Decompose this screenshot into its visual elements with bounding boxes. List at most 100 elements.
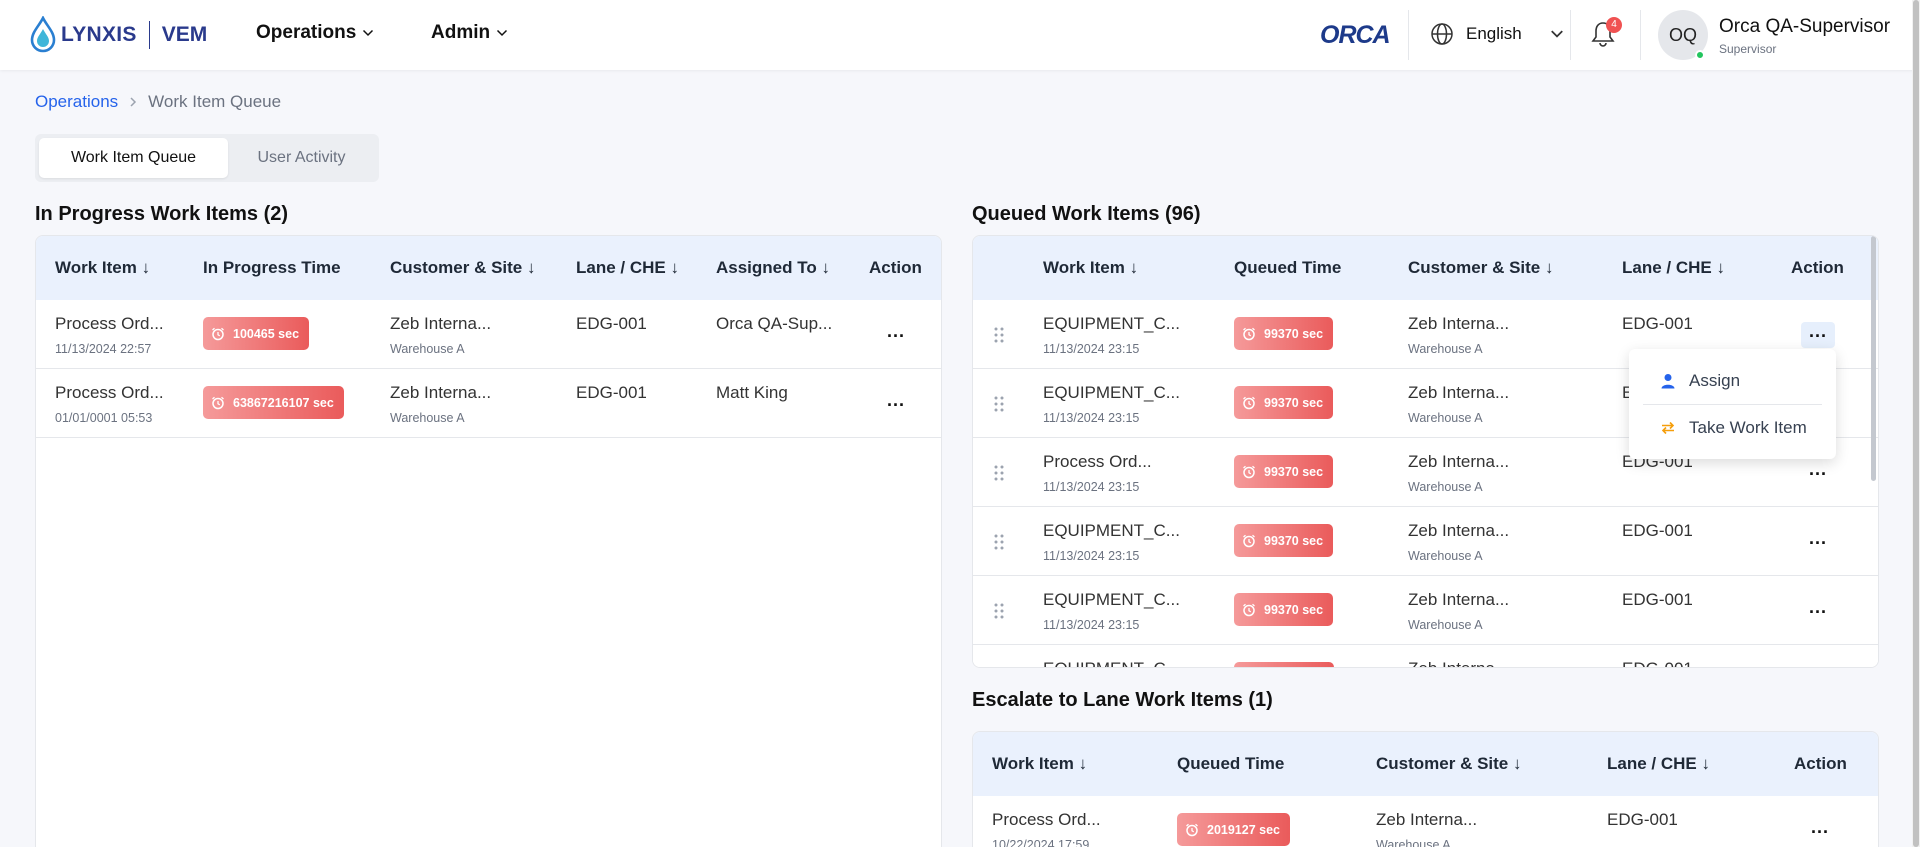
lynxis-logo[interactable]: LYNXIS VEM <box>29 16 207 54</box>
column-header[interactable]: Customer & Site ↓ <box>1376 754 1521 774</box>
header-divider <box>1570 10 1571 60</box>
drag-handle-icon[interactable] <box>993 602 1005 620</box>
column-header: Action <box>1794 754 1847 773</box>
column-header: Action <box>869 258 922 277</box>
column-header: Queued Time <box>1234 258 1342 277</box>
tab-user-activity[interactable]: User Activity <box>228 138 375 178</box>
header-divider <box>1640 10 1641 60</box>
table-header: Work Item ↓ Queued Time Customer & Site … <box>973 732 1878 796</box>
logo-divider <box>148 21 150 49</box>
column-header[interactable]: Lane / CHE ↓ <box>1607 754 1710 774</box>
chevron-down-icon <box>1550 30 1563 38</box>
customer-name: Zeb Interna... <box>390 383 492 402</box>
work-item-date: 01/01/0001 05:53 <box>55 411 153 425</box>
alarm-clock-icon <box>1243 396 1255 409</box>
more-actions-button[interactable]: ... <box>1803 818 1837 844</box>
lane-che: EDG-001 <box>1622 314 1693 333</box>
top-bar: LYNXIS VEM Operations Admin ORCA English… <box>0 0 1920 70</box>
timer-value: 63867216107 sec <box>233 395 334 410</box>
alarm-clock-icon <box>212 327 224 340</box>
more-actions-button[interactable]: ... <box>1801 322 1835 348</box>
work-item-date: 11/13/2024 23:15 <box>1043 480 1140 494</box>
drag-handle-icon[interactable] <box>993 326 1005 344</box>
work-item-date: 11/13/2024 22:57 <box>55 342 152 356</box>
customer-name: Zeb Interna... <box>1408 590 1510 609</box>
more-actions-button[interactable]: ... <box>879 391 913 417</box>
column-header[interactable]: Customer & Site ↓ <box>1408 258 1553 278</box>
work-item-date: 11/13/2024 23:15 <box>1043 549 1140 563</box>
chevron-right-icon <box>130 97 137 107</box>
alarm-clock-icon <box>212 396 224 409</box>
customer-name: Zeb Interna... <box>1408 452 1510 471</box>
lane-che: EDG-001 <box>1607 810 1678 829</box>
menu-item-take-work-item[interactable]: Take Work Item <box>1629 405 1836 451</box>
chevron-down-icon <box>497 29 508 37</box>
breadcrumb-current: Work Item Queue <box>148 92 282 111</box>
site-name: Warehouse A <box>1408 480 1483 494</box>
work-item-name: Process Ord... <box>1043 452 1152 471</box>
timer-badge: 99370 sec <box>1234 455 1334 488</box>
work-item-name: Process Ord... <box>55 383 164 402</box>
row-action-menu: Assign Take Work Item <box>1629 349 1836 459</box>
alarm-clock-icon <box>1243 327 1255 340</box>
column-header: Action <box>1791 258 1844 277</box>
tab-bar: Work Item Queue User Activity <box>35 134 379 182</box>
tab-work-item-queue[interactable]: Work Item Queue <box>39 138 228 178</box>
more-actions-button[interactable]: ... <box>1801 460 1835 486</box>
timer-value: 99370 sec <box>1264 464 1324 479</box>
customer-name: Zeb Interna... <box>1408 314 1510 333</box>
page-scrollbar[interactable] <box>1913 0 1919 847</box>
table-header: Work Item ↓ In Progress Time Customer & … <box>36 236 941 300</box>
alarm-clock-icon <box>1243 465 1255 478</box>
timer-badge: 2019127 sec <box>1177 813 1290 846</box>
column-header[interactable]: Work Item ↓ <box>992 754 1087 774</box>
logo-product: VEM <box>161 23 208 46</box>
column-header[interactable]: Work Item ↓ <box>55 258 150 278</box>
table-row[interactable]: EQUIPMENT_C... 11/13/2024 23:15 99370 se… <box>973 576 1878 645</box>
online-status-dot <box>1695 50 1705 60</box>
lane-che: EDG-001 <box>576 383 647 402</box>
customer-name: Zeb Interna... <box>1408 521 1510 540</box>
logo-text: LYNXIS <box>61 23 137 46</box>
work-item-name: EQUIPMENT_C... <box>1043 314 1180 333</box>
more-actions-button[interactable]: ... <box>1801 529 1835 555</box>
work-item-date: 11/13/2024 23:15 <box>1043 342 1140 356</box>
nav-operations-label: Operations <box>256 22 357 43</box>
table-row[interactable]: EQUIPMENT_C... Zeb Interna... EDG-001 <box>973 645 1878 667</box>
column-header[interactable]: Assigned To ↓ <box>716 258 830 278</box>
escalate-title: Escalate to Lane Work Items (1) <box>972 689 1273 711</box>
water-drop-icon <box>30 16 56 53</box>
table-row[interactable]: Process Ord... 01/01/0001 05:53 63867216… <box>36 369 941 438</box>
table-row[interactable]: EQUIPMENT_C... 11/13/2024 23:15 99370 se… <box>973 507 1878 576</box>
site-name: Warehouse A <box>1408 549 1483 563</box>
scrollbar[interactable] <box>1871 236 1876 481</box>
drag-handle-icon[interactable] <box>993 395 1005 413</box>
breadcrumb-operations[interactable]: Operations <box>35 92 118 112</box>
nav-admin[interactable]: Admin <box>431 22 508 44</box>
column-header[interactable]: Lane / CHE ↓ <box>576 258 679 278</box>
timer-badge: 63867216107 sec <box>203 386 344 419</box>
nav-operations[interactable]: Operations <box>256 22 374 44</box>
work-item-date: 11/13/2024 23:15 <box>1043 411 1140 425</box>
menu-item-assign[interactable]: Assign <box>1629 358 1836 404</box>
orca-logo: ORCA <box>1320 21 1391 49</box>
column-header[interactable]: Work Item ↓ <box>1043 258 1138 278</box>
more-actions-button[interactable]: ... <box>879 322 913 348</box>
site-name: Warehouse A <box>1408 342 1483 356</box>
drag-handle-icon[interactable] <box>993 533 1005 551</box>
column-header[interactable]: Lane / CHE ↓ <box>1622 258 1725 278</box>
language-selector[interactable]: English <box>1430 22 1564 46</box>
table-row[interactable]: Process Ord... 11/13/2024 22:57 100465 s… <box>36 300 941 369</box>
alarm-clock-icon <box>1186 823 1198 836</box>
more-actions-button[interactable]: ... <box>1801 598 1835 624</box>
in-progress-title: In Progress Work Items (2) <box>35 203 289 225</box>
user-role: Supervisor <box>1719 42 1777 56</box>
menu-item-label: Take Work Item <box>1689 418 1807 437</box>
assigned-to: Matt King <box>716 383 788 402</box>
lane-che: EDG-001 <box>1622 659 1693 667</box>
drag-handle-icon[interactable] <box>993 464 1005 482</box>
lane-che: EDG-001 <box>1622 590 1693 609</box>
table-row[interactable]: Process Ord... 10/22/2024 17:59 2019127 … <box>973 796 1878 847</box>
user-name[interactable]: Orca QA-Supervisor <box>1719 16 1890 38</box>
column-header[interactable]: Customer & Site ↓ <box>390 258 535 278</box>
